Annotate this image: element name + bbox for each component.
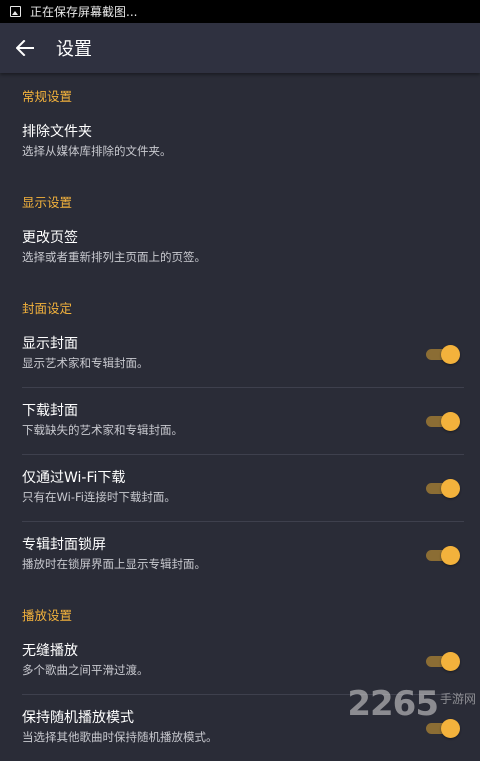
setting-title: 显示封面 (22, 336, 78, 352)
lockscreen-artwork-toggle[interactable] (424, 546, 460, 565)
setting-exclude-folders[interactable]: 排除文件夹 选择从媒体库排除的文件夹。 (0, 109, 480, 175)
page-title: 设置 (56, 39, 92, 60)
setting-title: 无缝播放 (22, 643, 78, 659)
download-artwork-toggle[interactable] (424, 412, 460, 431)
status-text: 正在保存屏幕截图... (30, 5, 138, 19)
settings-list: 常规设置 排除文件夹 选择从媒体库排除的文件夹。 显示设置 更改页签 选择或者重… (0, 73, 480, 761)
setting-title: 排除文件夹 (22, 124, 92, 140)
setting-subtitle: 选择从媒体库排除的文件夹。 (22, 144, 172, 158)
section-header-artwork: 封面设定 (22, 301, 73, 316)
setting-lockscreen-artwork[interactable]: 专辑封面锁屏 播放时在锁屏界面上显示专辑封面。 (0, 522, 480, 588)
status-bar: 正在保存屏幕截图... (0, 0, 480, 23)
setting-subtitle: 播放时在锁屏界面上显示专辑封面。 (22, 557, 206, 571)
setting-download-artwork[interactable]: 下载封面 下载缺失的艺术家和专辑封面。 (0, 388, 480, 454)
setting-show-artwork[interactable]: 显示封面 显示艺术家和专辑封面。 (0, 321, 480, 387)
back-arrow-icon[interactable] (14, 37, 36, 59)
section-header-playback: 播放设置 (22, 608, 73, 623)
setting-subtitle: 只有在Wi-Fi连接时下载封面。 (22, 490, 176, 504)
gapless-playback-toggle[interactable] (424, 652, 460, 671)
setting-wifi-only[interactable]: 仅通过Wi-Fi下载 只有在Wi-Fi连接时下载封面。 (0, 455, 480, 521)
setting-title: 下载封面 (22, 403, 78, 419)
setting-change-tabs[interactable]: 更改页签 选择或者重新排列主页面上的页签。 (0, 215, 480, 281)
watermark-logo: 2265 手游网 (347, 687, 476, 721)
watermark-number: 2265 (347, 684, 439, 724)
screenshot-icon (10, 6, 21, 17)
app-bar: 设置 (0, 23, 480, 73)
setting-subtitle: 多个歌曲之间平滑过渡。 (22, 663, 149, 677)
setting-title: 更改页签 (22, 230, 78, 246)
setting-subtitle: 下载缺失的艺术家和专辑封面。 (22, 423, 183, 437)
section-header-display: 显示设置 (22, 195, 73, 210)
setting-subtitle: 显示艺术家和专辑封面。 (22, 356, 149, 370)
setting-title: 专辑封面锁屏 (22, 537, 106, 553)
section-header-general: 常规设置 (22, 89, 73, 104)
setting-title: 仅通过Wi-Fi下载 (22, 470, 126, 486)
setting-subtitle: 当选择其他歌曲时保持随机播放模式。 (22, 730, 218, 744)
show-artwork-toggle[interactable] (424, 345, 460, 364)
wifi-only-toggle[interactable] (424, 479, 460, 498)
setting-subtitle: 选择或者重新排列主页面上的页签。 (22, 250, 206, 264)
watermark-text: 手游网 (439, 692, 476, 706)
